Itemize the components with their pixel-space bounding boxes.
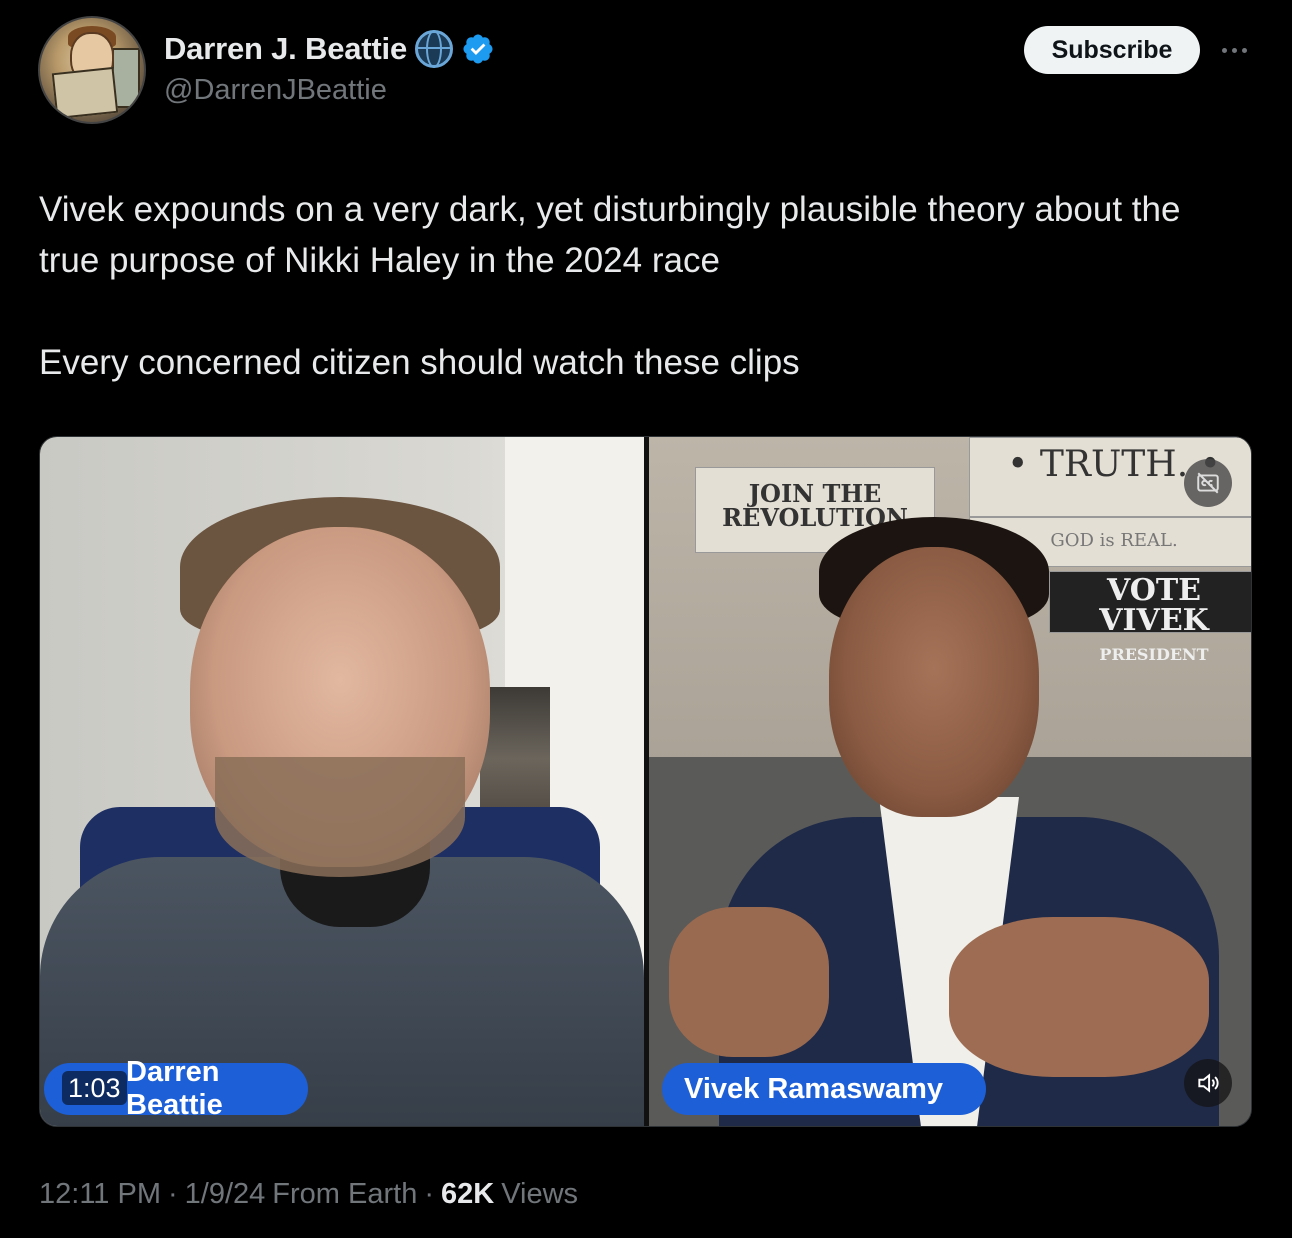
tweet-header: Darren J. Beattie @DarrenJBeattie Subscr…	[38, 16, 1258, 126]
video-panel-left	[40, 437, 644, 1126]
globe-icon	[414, 30, 453, 68]
meta-separator: ·	[167, 1178, 178, 1210]
captions-off-icon[interactable]	[1184, 459, 1232, 507]
author-display-name[interactable]: Darren J. Beattie	[164, 31, 407, 67]
video-player[interactable]: • TRUTH. • JOIN THE REVOLUTION GOD is RE…	[39, 436, 1252, 1127]
speaker-name-right: Vivek Ramaswamy	[662, 1063, 986, 1115]
subscribe-button[interactable]: Subscribe	[1024, 26, 1200, 74]
views-count: 62K	[441, 1178, 495, 1210]
sign-president-text: PRESIDENT	[1099, 645, 1209, 664]
sign-vote-text: VOTE VIVEK	[1099, 573, 1209, 638]
verified-badge-icon	[463, 34, 493, 64]
meta-separator: ·	[424, 1178, 434, 1210]
tweet-date[interactable]: 1/9/24	[185, 1178, 266, 1211]
volume-icon[interactable]	[1184, 1059, 1232, 1107]
sign-vote: VOTE VIVEK PRESIDENT	[1049, 571, 1251, 664]
tweet-source: From Earth	[272, 1178, 418, 1210]
views-label: Views	[501, 1178, 579, 1210]
video-duration: 1:03	[62, 1071, 127, 1105]
more-horizontal-icon[interactable]	[1216, 38, 1252, 62]
video-panel-right: • TRUTH. • JOIN THE REVOLUTION GOD is RE…	[649, 437, 1251, 1126]
author-handle[interactable]: @DarrenJBeattie	[164, 74, 387, 107]
tweet-time[interactable]: 12:11 PM	[39, 1178, 161, 1211]
tweet-meta: 12:11 PM · 1/9/24 From Earth · 62K Views	[39, 1178, 578, 1211]
avatar[interactable]	[38, 16, 146, 124]
tweet-text: Vivek expounds on a very dark, yet distu…	[39, 190, 1181, 382]
author-name-row: Darren J. Beattie	[164, 30, 495, 68]
